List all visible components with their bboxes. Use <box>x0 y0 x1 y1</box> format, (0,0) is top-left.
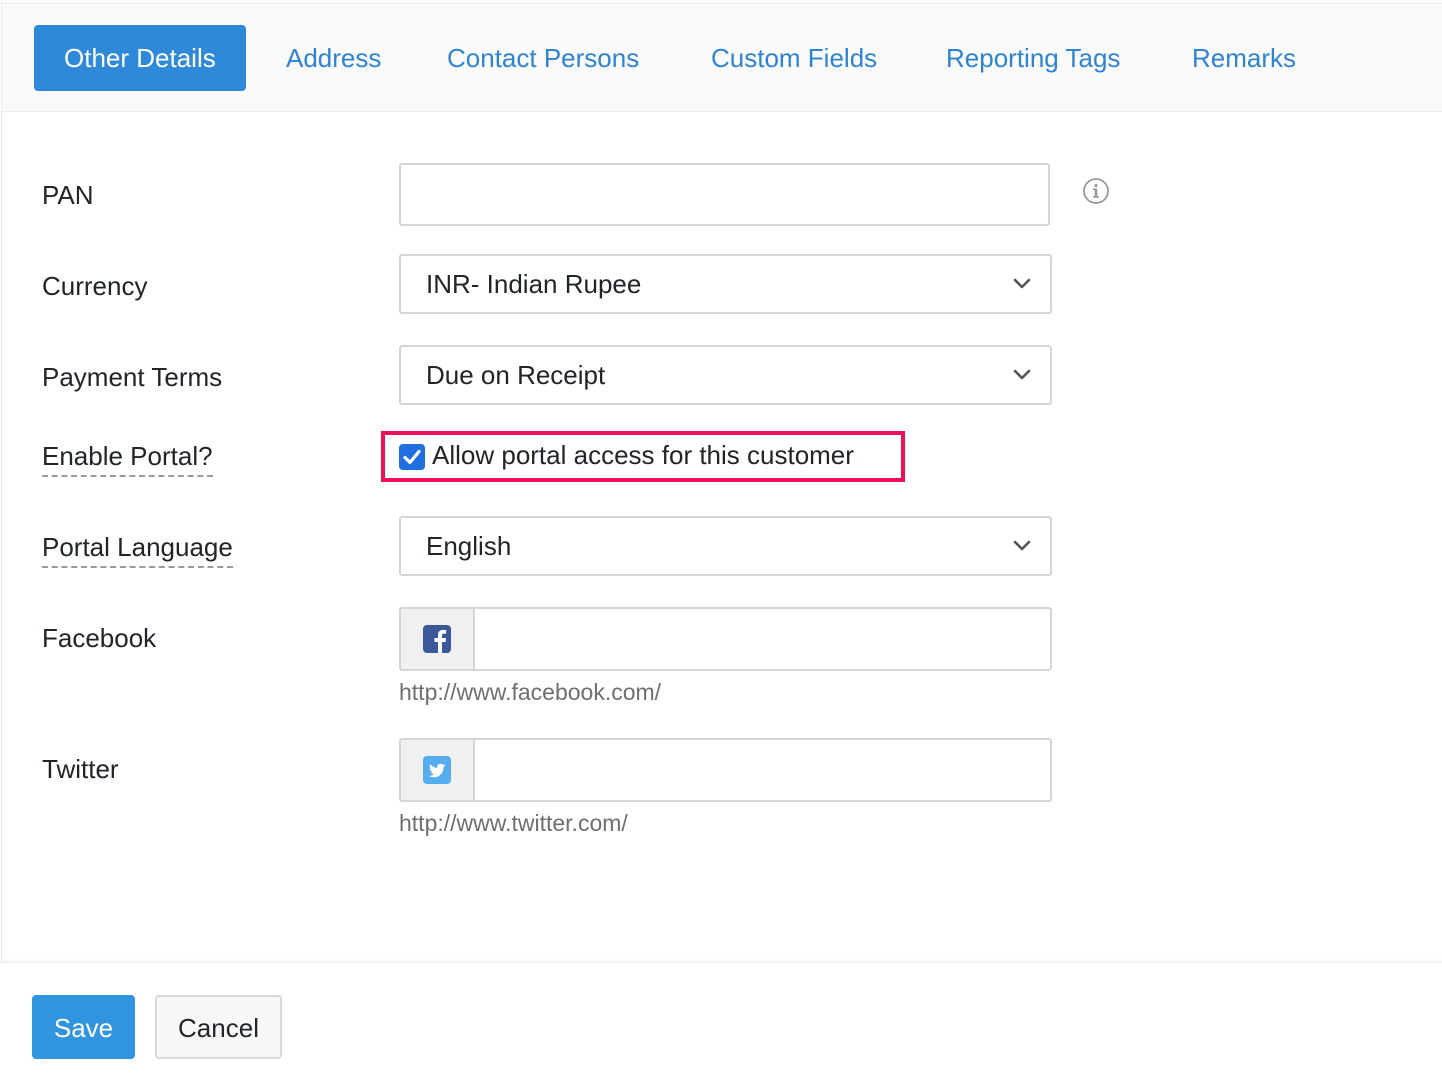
frame-border-left <box>1 0 2 962</box>
portal-language-label: Portal Language <box>42 532 233 568</box>
facebook-addon <box>401 609 475 669</box>
tab-bar: Other Details Address Contact Persons Cu… <box>2 4 1442 112</box>
facebook-input[interactable] <box>475 609 1048 669</box>
portal-access-checkbox[interactable] <box>399 444 425 470</box>
enable-portal-label: Enable Portal? <box>42 441 213 477</box>
pan-input[interactable] <box>399 163 1050 226</box>
info-icon[interactable] <box>1082 177 1110 205</box>
twitter-field <box>399 738 1052 802</box>
twitter-icon <box>423 756 451 784</box>
facebook-label: Facebook <box>42 623 157 653</box>
twitter-hint: http://www.twitter.com/ <box>399 810 628 836</box>
chevron-down-icon <box>1013 540 1031 551</box>
payment-terms-select[interactable]: Due on Receipt <box>399 345 1052 405</box>
tab-address[interactable]: Address <box>286 25 381 91</box>
portal-language-value: English <box>426 531 512 561</box>
payment-terms-value: Due on Receipt <box>426 360 606 390</box>
cancel-button[interactable]: Cancel <box>155 995 282 1059</box>
tab-remarks[interactable]: Remarks <box>1192 25 1296 91</box>
twitter-label: Twitter <box>42 754 119 784</box>
pan-label: PAN <box>42 180 94 210</box>
portal-language-select[interactable]: English <box>399 516 1052 576</box>
facebook-field <box>399 607 1052 671</box>
facebook-icon <box>423 625 451 653</box>
tab-contact-persons[interactable]: Contact Persons <box>447 25 639 91</box>
facebook-hint: http://www.facebook.com/ <box>399 679 662 705</box>
tab-reporting-tags[interactable]: Reporting Tags <box>946 25 1120 91</box>
tab-other-details[interactable]: Other Details <box>34 25 246 91</box>
payment-terms-label: Payment Terms <box>42 362 223 392</box>
currency-select[interactable]: INR- Indian Rupee <box>399 254 1052 314</box>
check-icon <box>403 449 421 465</box>
save-button[interactable]: Save <box>32 995 135 1059</box>
chevron-down-icon <box>1013 278 1031 289</box>
chevron-down-icon <box>1013 369 1031 380</box>
twitter-addon <box>401 740 475 800</box>
portal-access-label[interactable]: Allow portal access for this customer <box>432 440 854 471</box>
currency-value: INR- Indian Rupee <box>426 269 642 299</box>
tab-custom-fields[interactable]: Custom Fields <box>711 25 877 91</box>
currency-label: Currency <box>42 271 148 301</box>
twitter-input[interactable] <box>475 740 1048 800</box>
